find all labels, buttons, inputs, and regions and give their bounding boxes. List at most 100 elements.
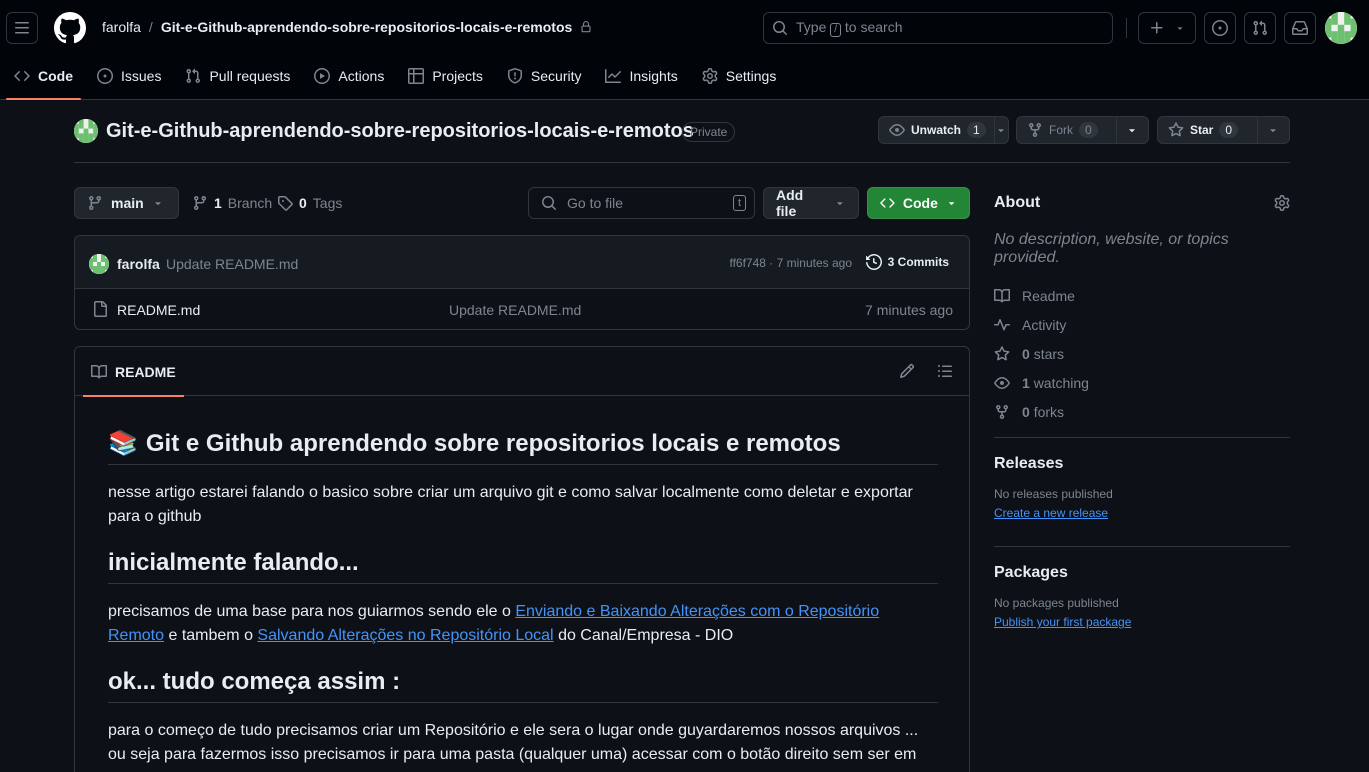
about-activity-link[interactable]: Activity: [994, 310, 1290, 339]
readme-paragraph-start: para o começo de tudo precisamos criar u…: [108, 722, 919, 772]
readme-link-local[interactable]: Salvando Alterações no Repositório Local: [257, 627, 553, 644]
tab-code[interactable]: Code: [6, 58, 81, 100]
branch-count: 1: [214, 195, 222, 211]
tab-settings[interactable]: Settings: [694, 58, 785, 94]
breadcrumb-separator: /: [148, 19, 153, 35]
inbox-button[interactable]: [1284, 12, 1316, 44]
commit-author-avatar[interactable]: [89, 254, 109, 274]
watch-dropdown[interactable]: [993, 117, 1008, 143]
about-item-label: forks: [1033, 403, 1065, 420]
file-row[interactable]: README.md Update README.md 7 minutes ago: [75, 289, 969, 329]
commit-author[interactable]: farolfa: [117, 256, 160, 272]
commits-link[interactable]: 3 Commits: [865, 254, 949, 270]
unwatch-label: Unwatch: [911, 123, 962, 137]
about-readme-link[interactable]: Readme: [994, 281, 1290, 310]
readme-subheading-1: inicialmente falando...: [108, 549, 938, 584]
pull-request-icon: [186, 68, 201, 84]
repo-tabs: Code Issues Pull requests Actions Projec…: [0, 58, 788, 100]
owner-avatar[interactable]: [74, 119, 98, 143]
tab-insights[interactable]: Insights: [597, 58, 685, 94]
lock-icon: [581, 21, 591, 33]
tab-label: Security: [530, 68, 582, 84]
commit-hash-time[interactable]: ff6f748 · 7 minutes ago: [729, 256, 852, 270]
releases-title[interactable]: Releases: [994, 455, 1290, 473]
about-item-label: stars: [1033, 345, 1065, 362]
tag-label: Tags: [312, 195, 343, 211]
branches-link[interactable]: 1 Branch: [192, 195, 272, 211]
about-watching-link[interactable]: 1 watching: [994, 368, 1290, 397]
go-to-file-placeholder: Go to file: [567, 195, 624, 211]
owner-link[interactable]: farolfa: [102, 19, 141, 35]
releases-section: Releases No releases published Create a …: [994, 438, 1290, 546]
readme-panel: README 📚 Git e Github aprendendo sobre r…: [74, 346, 970, 772]
about-item-label: watching: [1033, 374, 1089, 391]
menu-button[interactable]: [6, 12, 38, 44]
user-avatar[interactable]: [1325, 12, 1357, 44]
unwatch-button[interactable]: Unwatch 1: [878, 116, 1009, 144]
search-icon: [542, 196, 557, 211]
tab-security[interactable]: Security: [499, 58, 590, 94]
table-icon: [408, 68, 425, 84]
create-new-button[interactable]: [1138, 12, 1196, 44]
file-commit-message[interactable]: Update README.md: [449, 302, 581, 318]
list-outline-icon[interactable]: [937, 363, 953, 379]
github-logo-icon[interactable]: [54, 12, 86, 44]
go-to-file-input[interactable]: Go to file t: [528, 187, 755, 219]
file-name[interactable]: README.md: [117, 302, 200, 318]
readme-heading: 📚 Git e Github aprendendo sobre reposito…: [108, 429, 938, 465]
star-icon: [994, 345, 1010, 360]
star-counter: 0: [1219, 122, 1239, 138]
branch-selector[interactable]: main: [74, 187, 179, 219]
create-release-link[interactable]: Create a new release: [994, 506, 1108, 520]
tab-actions[interactable]: Actions: [306, 58, 392, 94]
star-dropdown[interactable]: [1256, 117, 1289, 143]
triangle-down-icon: [154, 202, 161, 206]
gear-icon[interactable]: [1274, 195, 1290, 211]
go-to-file-shortcut: t: [732, 195, 746, 211]
about-title: About: [994, 194, 1041, 211]
about-item-count: 0: [1022, 403, 1030, 420]
code-icon: [880, 198, 895, 208]
commit-message[interactable]: Update README.md: [166, 256, 298, 272]
readme-paragraph-intro: nesse artigo estarei falando o basico so…: [108, 484, 913, 525]
fork-dropdown[interactable]: [1115, 117, 1148, 143]
about-forks-link[interactable]: 0 forks: [994, 397, 1290, 426]
triangle-down-icon: [998, 129, 1005, 133]
tags-link[interactable]: 0 Tags: [277, 195, 342, 211]
star-icon: [1168, 122, 1184, 137]
add-file-label: Add file: [776, 187, 804, 219]
shield-icon: [507, 68, 522, 84]
repo-link[interactable]: Git-e-Github-aprendendo-sobre-repositori…: [161, 19, 572, 35]
add-file-button[interactable]: Add file: [763, 187, 859, 219]
pencil-icon[interactable]: [899, 363, 915, 379]
triangle-down-icon: [1177, 27, 1183, 30]
issues-button[interactable]: [1204, 12, 1236, 44]
fork-button[interactable]: Fork 0: [1016, 116, 1149, 144]
tab-label: Issues: [121, 68, 162, 84]
packages-empty: No packages published: [994, 596, 1119, 610]
identicon-avatar-icon: [1325, 12, 1357, 44]
tab-label: Pull requests: [209, 68, 291, 84]
star-button[interactable]: Star 0: [1157, 116, 1290, 144]
tab-pull-requests[interactable]: Pull requests: [177, 58, 298, 94]
about-stars-link[interactable]: 0 stars: [994, 339, 1290, 368]
inbox-icon: [1292, 21, 1308, 35]
repo-title[interactable]: Git-e-Github-aprendendo-sobre-repositori…: [106, 120, 694, 143]
packages-title[interactable]: Packages: [994, 564, 1290, 582]
code-button[interactable]: Code: [867, 187, 970, 219]
readme-tab[interactable]: README: [83, 347, 184, 397]
pull-requests-button[interactable]: [1244, 12, 1276, 44]
publish-package-link[interactable]: Publish your first package: [994, 615, 1131, 629]
file-browser: farolfa Update README.md ff6f748 · 7 min…: [74, 235, 970, 330]
readme-paragraph-references: precisamos de uma base para nos guiarmos…: [108, 603, 880, 644]
branch-icon: [88, 196, 101, 211]
breadcrumb: farolfa / Git-e-Github-aprendendo-sobre-…: [102, 19, 592, 35]
readme-subheading-2: ok... tudo começa assim :: [108, 668, 938, 703]
tab-issues[interactable]: Issues: [89, 58, 169, 94]
search-placeholder: Type / to search: [796, 19, 903, 37]
repo-sidebar: About No description, website, or topics…: [994, 187, 1290, 629]
tab-projects[interactable]: Projects: [400, 58, 491, 94]
issue-icon: [97, 68, 113, 84]
search-input[interactable]: Type / to search: [763, 12, 1113, 44]
pulse-icon: [994, 318, 1010, 330]
